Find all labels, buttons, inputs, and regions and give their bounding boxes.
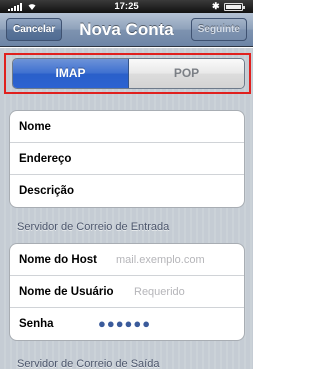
name-label: Nome — [19, 121, 51, 133]
username-placeholder: Requerido — [134, 286, 185, 298]
cancel-button[interactable]: Cancelar — [6, 18, 63, 41]
password-label: Senha — [19, 318, 54, 330]
battery-icon — [224, 3, 245, 11]
account-info-group: Nome Endereço Descrição — [9, 110, 245, 208]
page-title: Nova Conta — [79, 20, 174, 39]
description-label: Descrição — [19, 185, 74, 197]
host-name-placeholder: mail.exemplo.com — [116, 254, 205, 266]
outgoing-server-header: Servidor de Correio de Saída — [17, 358, 160, 369]
incoming-server-header: Servidor de Correio de Entrada — [17, 221, 170, 233]
segment-imap[interactable]: IMAP — [13, 59, 129, 88]
host-name-field[interactable]: Nome do Host mail.exemplo.com — [10, 244, 244, 276]
description-field[interactable]: Descrição — [10, 175, 244, 207]
segment-pop[interactable]: POP — [129, 59, 244, 88]
name-field[interactable]: Nome — [10, 111, 244, 143]
status-bar: 17:25 ✱ — [0, 0, 253, 13]
username-label: Nome de Usuário — [19, 286, 114, 298]
navigation-bar: Cancelar Nova Conta Seguinte — [0, 13, 253, 47]
host-name-label: Nome do Host — [19, 254, 97, 266]
incoming-server-group: Nome do Host mail.exemplo.com Nome de Us… — [9, 243, 245, 341]
account-type-segmented-control[interactable]: IMAP POP — [12, 58, 245, 89]
username-field[interactable]: Nome de Usuário Requerido — [10, 276, 244, 308]
address-label: Endereço — [19, 153, 72, 165]
password-value: ●●●●●● — [98, 316, 152, 331]
password-field[interactable]: Senha ●●●●●● — [10, 308, 244, 340]
bluetooth-icon: ✱ — [212, 1, 220, 11]
address-field[interactable]: Endereço — [10, 143, 244, 175]
next-button[interactable]: Seguinte — [190, 18, 247, 41]
